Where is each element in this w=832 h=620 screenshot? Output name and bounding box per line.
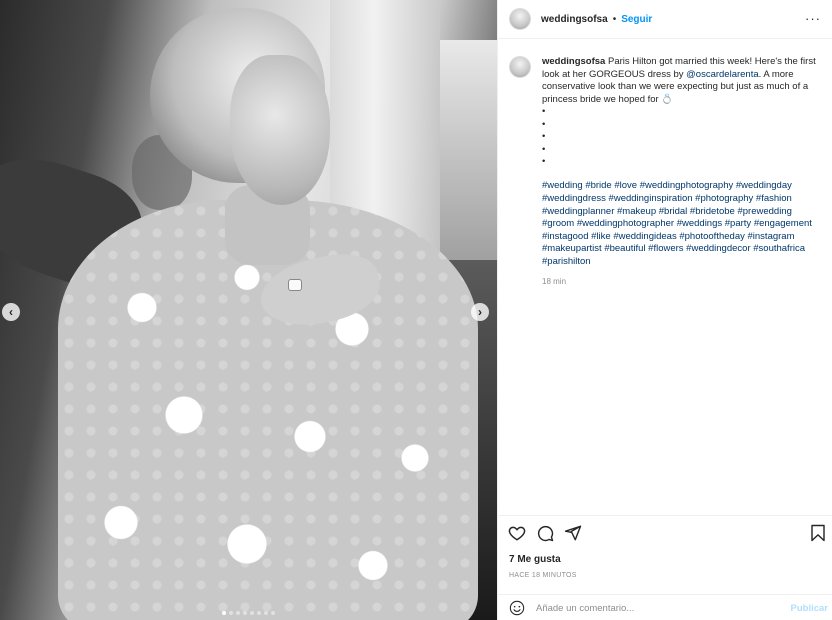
- hashtag-link[interactable]: #makeup: [617, 206, 656, 217]
- hashtag-link[interactable]: #weddingplanner: [542, 206, 614, 217]
- hashtag-link[interactable]: #like: [591, 231, 611, 242]
- mention-link[interactable]: @oscardelarenta: [686, 69, 759, 80]
- caption-avatar[interactable]: [509, 56, 531, 78]
- hashtag-link[interactable]: #southafrica: [753, 243, 805, 254]
- avatar[interactable]: [509, 8, 531, 30]
- post-actions: 7 Me gusta HACE 18 MINUTOS Publicar: [498, 515, 832, 620]
- hashtag-link[interactable]: #weddinginspiration: [609, 193, 693, 204]
- comment-icon[interactable]: [536, 524, 554, 542]
- post-timestamp[interactable]: HACE 18 MINUTOS: [509, 572, 577, 579]
- header-separator: •: [612, 13, 617, 25]
- hashtag-link[interactable]: #bride: [585, 180, 611, 191]
- hashtag-link[interactable]: #prewedding: [737, 206, 791, 217]
- hashtag-link[interactable]: #weddingdecor: [686, 243, 750, 254]
- caption-text: weddingsofsa Paris Hilton got married th…: [542, 56, 817, 289]
- hashtag-link[interactable]: #weddings: [677, 218, 722, 229]
- emoji-icon[interactable]: [509, 600, 525, 616]
- carousel-dots: [0, 611, 497, 615]
- more-options-icon[interactable]: ···: [805, 11, 821, 26]
- background-window: [440, 40, 497, 280]
- post-photo[interactable]: ‹ ›: [0, 0, 497, 620]
- ring-emoji: 💍: [661, 93, 674, 105]
- carousel-dot: [271, 611, 275, 615]
- chevron-right-icon[interactable]: ›: [471, 303, 489, 321]
- share-icon[interactable]: [564, 524, 582, 542]
- carousel-dot: [236, 611, 240, 615]
- caption-time: 18 min: [542, 277, 567, 287]
- caption-bullets: • • • • •: [542, 106, 817, 168]
- hashtag-link[interactable]: #weddingdress: [542, 193, 606, 204]
- chevron-left-icon[interactable]: ‹: [2, 303, 20, 321]
- heart-icon[interactable]: [508, 524, 526, 542]
- bullet-line: •: [542, 131, 546, 143]
- carousel-dot: [264, 611, 268, 615]
- bride-face: [230, 55, 330, 205]
- caption-username[interactable]: weddingsofsa: [542, 56, 605, 67]
- comments-area: weddingsofsa Paris Hilton got married th…: [498, 40, 832, 515]
- hashtag-link[interactable]: #weddingideas: [613, 231, 676, 242]
- bullet-line: •: [542, 143, 546, 155]
- comment-input[interactable]: [536, 602, 776, 614]
- hashtag-link[interactable]: #groom: [542, 218, 574, 229]
- post-header: weddingsofsa • Seguir ···: [498, 0, 832, 39]
- hashtag-link[interactable]: #love: [614, 180, 637, 191]
- hashtag-link[interactable]: #flowers: [648, 243, 683, 254]
- hashtag-link[interactable]: #bridal: [659, 206, 688, 217]
- hashtag-link[interactable]: #weddingphotographer: [577, 218, 674, 229]
- hashtag-link[interactable]: #bridetobe: [690, 206, 735, 217]
- hashtag-link[interactable]: #beautiful: [604, 243, 645, 254]
- carousel-dot: [229, 611, 233, 615]
- hashtag-link[interactable]: #weddingday: [736, 180, 792, 191]
- carousel-dot: [257, 611, 261, 615]
- hashtag-link[interactable]: #fashion: [756, 193, 792, 204]
- post-comment-button[interactable]: Publicar: [791, 603, 829, 614]
- bullet-line: •: [542, 155, 546, 167]
- hashtag-link[interactable]: #makeupartist: [542, 243, 602, 254]
- carousel-dot: [243, 611, 247, 615]
- follow-button[interactable]: Seguir: [621, 14, 652, 25]
- bookmark-icon[interactable]: [809, 524, 827, 542]
- carousel-dot: [222, 611, 226, 615]
- hashtag-link[interactable]: #engagement: [754, 218, 812, 229]
- hashtag-link[interactable]: #weddingphotography: [640, 180, 734, 191]
- carousel-dot: [250, 611, 254, 615]
- hashtag-link[interactable]: #instagood: [542, 231, 588, 242]
- hashtag-link[interactable]: #instagram: [748, 231, 795, 242]
- add-comment-bar: Publicar: [498, 594, 832, 620]
- bullet-line: •: [542, 106, 546, 118]
- hashtag-link[interactable]: #photooftheday: [679, 231, 745, 242]
- caption-row: weddingsofsa Paris Hilton got married th…: [509, 56, 821, 289]
- hashtag-link[interactable]: #parishilton: [542, 256, 591, 267]
- header-username[interactable]: weddingsofsa: [541, 14, 608, 25]
- bullet-line: •: [542, 118, 546, 130]
- likes-count[interactable]: 7 Me gusta: [509, 554, 561, 565]
- action-icons: [508, 524, 582, 542]
- engagement-ring: [288, 279, 302, 291]
- post-sidebar: weddingsofsa • Seguir ··· weddingsofsa P…: [497, 0, 832, 620]
- hashtag-link[interactable]: #wedding: [542, 180, 583, 191]
- hashtag-list: #wedding #bride #love #weddingphotograph…: [542, 180, 817, 268]
- hashtag-link[interactable]: #photography: [695, 193, 753, 204]
- hashtag-link[interactable]: #party: [725, 218, 751, 229]
